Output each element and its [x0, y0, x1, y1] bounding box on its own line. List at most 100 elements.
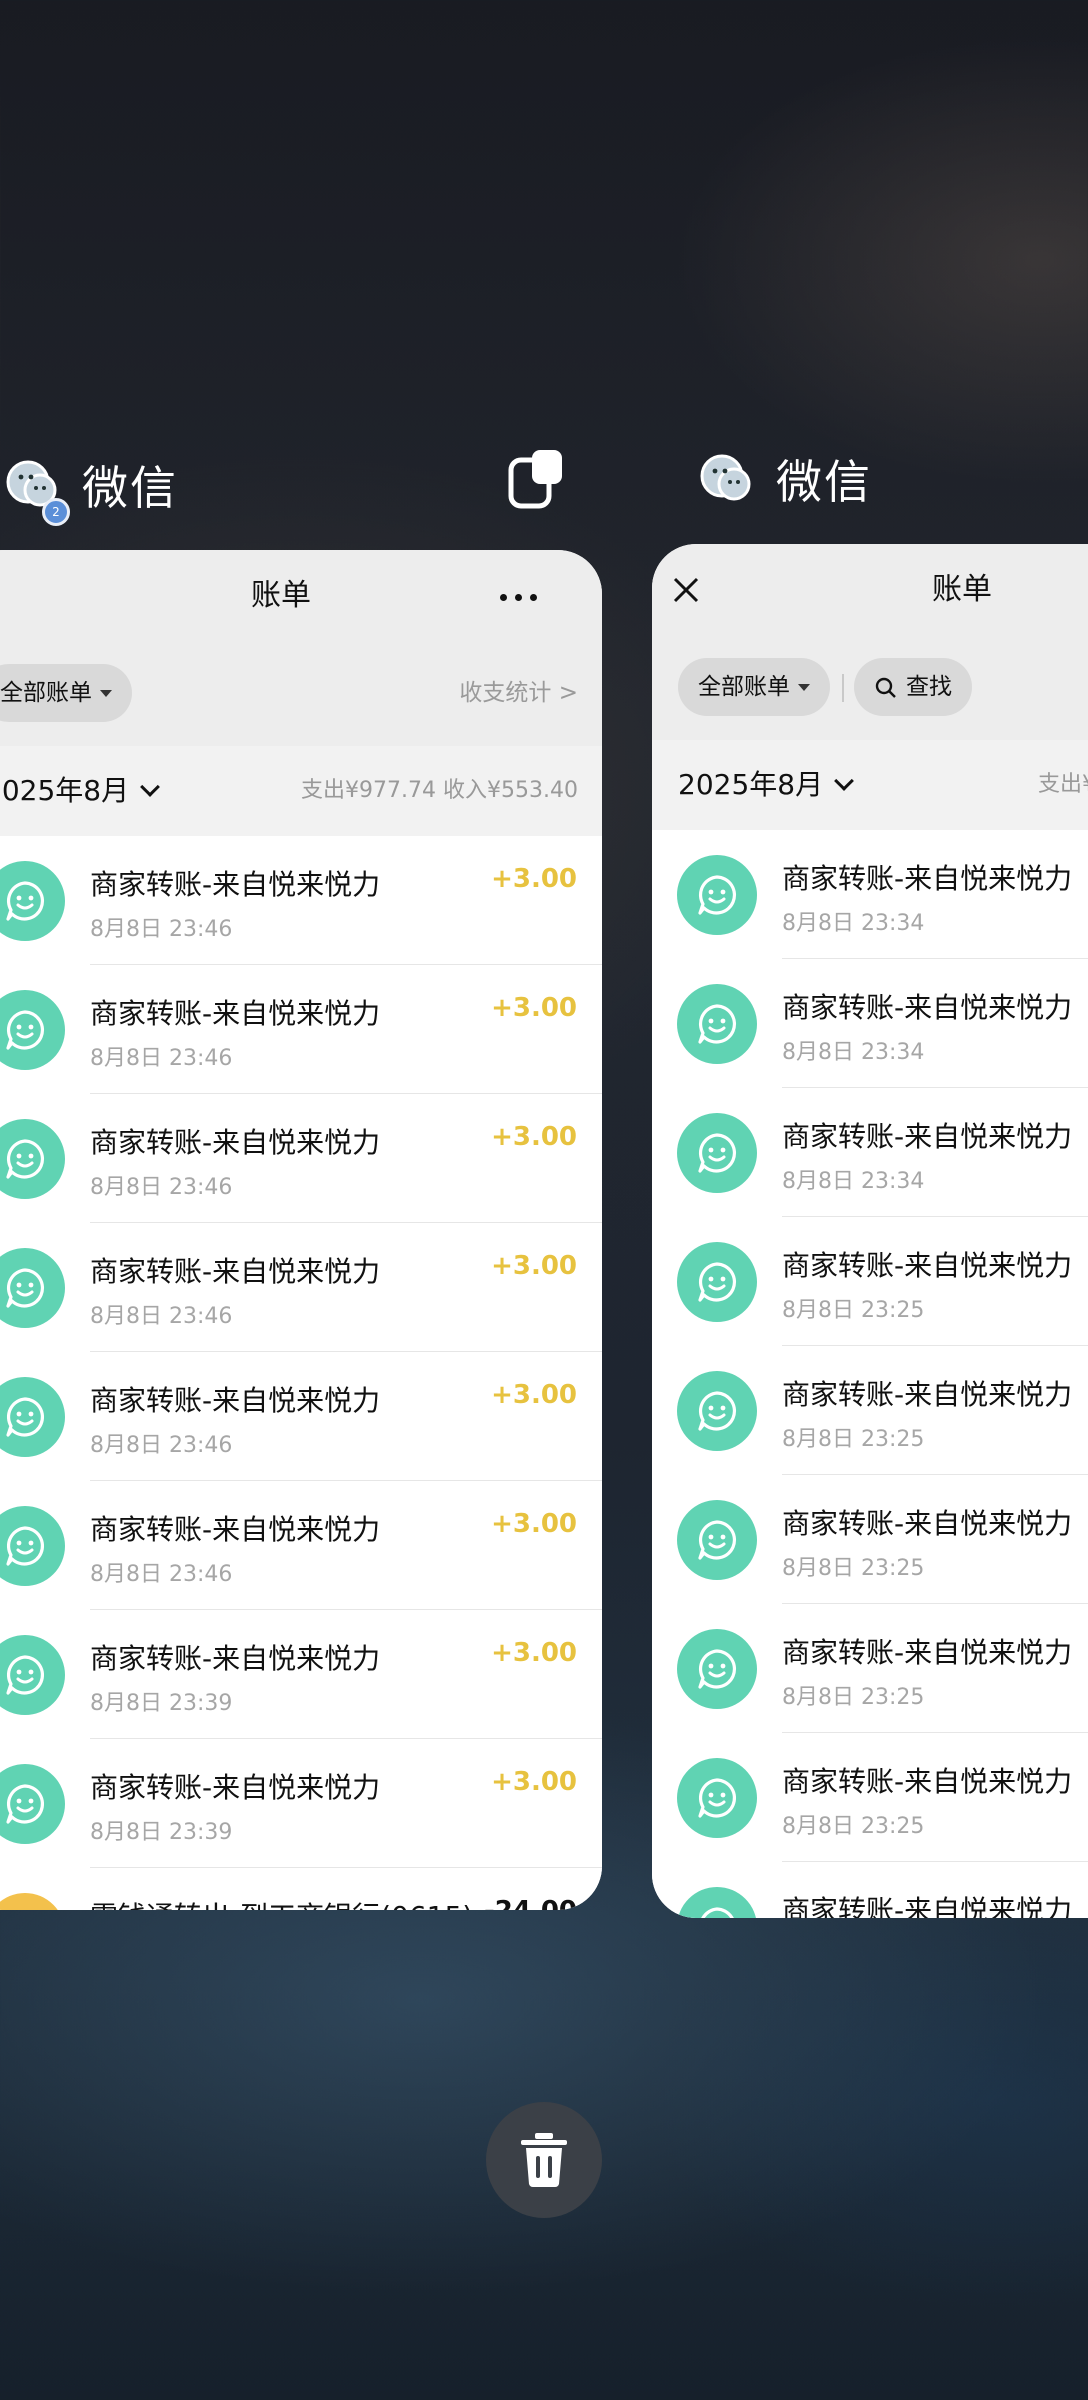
transaction-row[interactable]: 商家转账-来自悦来悦力 8月8日 23:46 +3.00 [0, 1094, 602, 1223]
transaction-name: 商家转账-来自悦来悦力 [90, 1642, 381, 1675]
transaction-name: 商家转账-来自悦来悦力 [782, 1765, 1073, 1798]
transaction-row[interactable]: 商家转账-来自悦来悦力 [652, 1862, 1088, 1918]
chevron-down-icon [140, 777, 160, 797]
filter-bar: 全部账单 查找 [652, 636, 1088, 740]
transaction-name: 商家转账-来自悦来悦力 [782, 1120, 1073, 1153]
transaction-row[interactable]: 商家转账-来自悦来悦力 8月8日 23:34 [652, 959, 1088, 1088]
merchant-transfer-icon [0, 1764, 65, 1844]
divider [842, 674, 844, 702]
transaction-amount: +3.00 [491, 1251, 577, 1281]
transaction-name: 商家转账-来自悦来悦力 [782, 1636, 1073, 1669]
recent-task-card-right[interactable]: 账单 全部账单 查找 2025年8月 支出¥3042 商家转账-来自悦来悦力 8月… [652, 544, 1088, 1918]
transaction-time: 8月8日 23:39 [90, 1820, 233, 1845]
right-app-name: 微信 [776, 455, 872, 509]
transaction-name: 商家转账-来自悦来悦力 [90, 997, 381, 1030]
search-label: 查找 [906, 674, 952, 700]
more-options-icon[interactable] [500, 576, 540, 616]
split-screen-icon[interactable] [508, 448, 566, 510]
all-bills-filter[interactable]: 全部账单 [678, 658, 830, 716]
transaction-row[interactable]: 商家转账-来自悦来悦力 8月8日 23:25 [652, 1733, 1088, 1862]
month-summary: 支出¥3042 [1038, 772, 1088, 797]
transaction-name: 商家转账-来自悦来悦力 [90, 1384, 381, 1417]
transaction-name: 商家转账-来自悦来悦力 [90, 868, 381, 901]
transaction-time: 8月8日 23:46 [90, 1046, 233, 1071]
transaction-row[interactable]: 商家转账-来自悦来悦力 8月8日 23:34 [652, 830, 1088, 959]
transaction-name: 商家转账-来自悦来悦力 [782, 1507, 1073, 1540]
coin-icon [0, 1893, 65, 1910]
merchant-transfer-icon [677, 1758, 757, 1838]
transaction-amount: +3.00 [491, 1509, 577, 1539]
transaction-row[interactable]: 零钱通转出-到工商银行(0615) -24.00 [0, 1868, 602, 1910]
transaction-time: 8月8日 23:39 [90, 1691, 233, 1716]
transaction-name: 商家转账-来自悦来悦力 [782, 1249, 1073, 1282]
transaction-row[interactable]: 商家转账-来自悦来悦力 8月8日 23:39 +3.00 [0, 1610, 602, 1739]
recent-task-card-left[interactable]: 账单 全部账单 收支统计 > 2025年8月 支出¥977.74 收入¥553.… [0, 550, 602, 1910]
merchant-transfer-icon [677, 1500, 757, 1580]
transaction-name: 商家转账-来自悦来悦力 [90, 1255, 381, 1288]
month-label: 2025年8月 [0, 774, 130, 807]
merchant-transfer-icon [0, 1377, 65, 1457]
transaction-row[interactable]: 商家转账-来自悦来悦力 8月8日 23:46 +3.00 [0, 836, 602, 965]
transaction-row[interactable]: 商家转账-来自悦来悦力 8月8日 23:25 [652, 1475, 1088, 1604]
transaction-name: 商家转账-来自悦来悦力 [782, 1378, 1073, 1411]
month-selector[interactable]: 2025年8月 [678, 740, 854, 830]
transaction-time: 8月8日 23:34 [782, 1040, 925, 1065]
transaction-time: 8月8日 23:25 [782, 1685, 925, 1710]
month-summary: 支出¥977.74 收入¥553.40 [301, 778, 578, 803]
transaction-name: 零钱通转出-到工商银行(0615) [90, 1895, 473, 1910]
transaction-row[interactable]: 商家转账-来自悦来悦力 8月8日 23:46 +3.00 [0, 965, 602, 1094]
filter-label: 全部账单 [0, 680, 92, 706]
transaction-name: 商家转账-来自悦来悦力 [90, 1126, 381, 1159]
filter-label: 全部账单 [698, 674, 790, 700]
transaction-row[interactable]: 商家转账-来自悦来悦力 8月8日 23:39 +3.00 [0, 1739, 602, 1868]
transaction-name: 商家转账-来自悦来悦力 [782, 1894, 1073, 1918]
transaction-name: 商家转账-来自悦来悦力 [90, 1513, 381, 1546]
merchant-transfer-icon [0, 990, 65, 1070]
close-icon[interactable] [666, 570, 706, 610]
transaction-amount: +3.00 [491, 1638, 577, 1668]
merchant-transfer-icon [677, 1113, 757, 1193]
notification-badge: 2 [42, 498, 70, 526]
transaction-row[interactable]: 商家转账-来自悦来悦力 8月8日 23:25 [652, 1217, 1088, 1346]
transaction-list: 商家转账-来自悦来悦力 8月8日 23:34 商家转账-来自悦来悦力 8月8日 23:… [652, 830, 1088, 1918]
left-app-name: 微信 [82, 461, 178, 515]
transaction-time: 8月8日 23:25 [782, 1556, 925, 1581]
merchant-transfer-icon [0, 1119, 65, 1199]
search-button[interactable]: 查找 [854, 658, 972, 716]
transaction-time: 8月8日 23:25 [782, 1427, 925, 1452]
merchant-transfer-icon [677, 855, 757, 935]
wechat-icon [700, 452, 754, 506]
nav-bar: 账单 [652, 544, 1088, 636]
transaction-amount: +3.00 [491, 1380, 577, 1410]
transaction-time: 8月8日 23:46 [90, 1304, 233, 1329]
transaction-amount: +3.00 [491, 1122, 577, 1152]
stats-link[interactable]: 收支统计 > [459, 664, 578, 722]
all-bills-filter[interactable]: 全部账单 [0, 664, 132, 722]
trash-icon [521, 2133, 567, 2187]
merchant-transfer-icon [677, 1242, 757, 1322]
merchant-transfer-icon [677, 1371, 757, 1451]
transaction-row[interactable]: 商家转账-来自悦来悦力 8月8日 23:25 [652, 1604, 1088, 1733]
month-bar: 2025年8月 支出¥977.74 收入¥553.40 [0, 746, 602, 836]
right-app-header[interactable]: 微信 [700, 446, 872, 512]
transaction-row[interactable]: 商家转账-来自悦来悦力 8月8日 23:46 +3.00 [0, 1352, 602, 1481]
clear-all-button[interactable] [486, 2102, 602, 2218]
transaction-name: 商家转账-来自悦来悦力 [782, 862, 1073, 895]
merchant-transfer-icon [677, 1887, 757, 1918]
page-title: 账单 [932, 572, 992, 607]
transaction-row[interactable]: 商家转账-来自悦来悦力 8月8日 23:46 +3.00 [0, 1223, 602, 1352]
transaction-row[interactable]: 商家转账-来自悦来悦力 8月8日 23:25 [652, 1346, 1088, 1475]
transaction-time: 8月8日 23:25 [782, 1298, 925, 1323]
merchant-transfer-icon [677, 984, 757, 1064]
merchant-transfer-icon [0, 861, 65, 941]
left-app-header[interactable]: 2 微信 [6, 452, 178, 526]
month-selector[interactable]: 2025年8月 [0, 746, 160, 836]
transaction-time: 8月8日 23:25 [782, 1814, 925, 1839]
transaction-row[interactable]: 商家转账-来自悦来悦力 8月8日 23:34 [652, 1088, 1088, 1217]
transaction-time: 8月8日 23:34 [782, 911, 925, 936]
transaction-row[interactable]: 商家转账-来自悦来悦力 8月8日 23:46 +3.00 [0, 1481, 602, 1610]
transaction-time: 8月8日 23:46 [90, 1562, 233, 1587]
filter-bar: 全部账单 收支统计 > [0, 642, 602, 746]
transaction-time: 8月8日 23:46 [90, 917, 233, 942]
transaction-amount: +3.00 [491, 864, 577, 894]
